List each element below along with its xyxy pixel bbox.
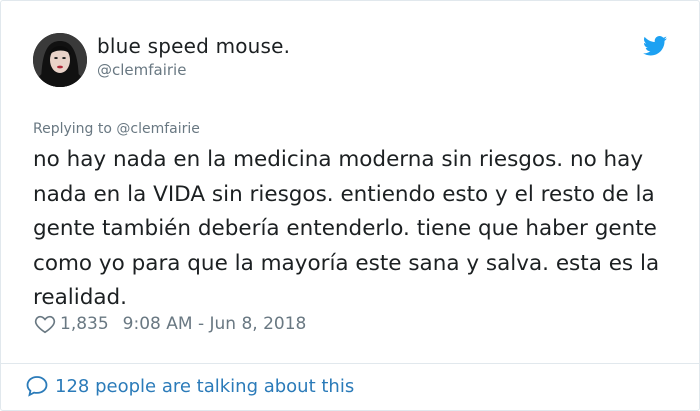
timestamp[interactable]: 9:08 AM - Jun 8, 2018	[123, 314, 307, 334]
replying-to[interactable]: Replying to @clemfairie	[33, 121, 200, 137]
like-count[interactable]: 1,835	[60, 314, 109, 334]
tweet-meta: 1,835 9:08 AM - Jun 8, 2018	[34, 313, 306, 335]
talking-count[interactable]: 128 people are talking about this	[55, 376, 354, 397]
tweet-card: blue speed mouse. @clemfairie Replying t…	[0, 0, 700, 411]
avatar-image	[33, 33, 87, 87]
twitter-bird-icon[interactable]	[643, 36, 667, 56]
avatar[interactable]	[33, 33, 87, 87]
comment-bubble-icon	[26, 376, 48, 397]
divider	[1, 363, 699, 364]
heart-icon[interactable]	[34, 313, 56, 335]
user-handle[interactable]: @clemfairie	[97, 61, 186, 79]
conversation-link[interactable]: 128 people are talking about this	[25, 374, 354, 398]
tweet-text: no hay nada en la medicina moderna sin r…	[33, 147, 660, 310]
display-name[interactable]: blue speed mouse.	[97, 34, 290, 58]
